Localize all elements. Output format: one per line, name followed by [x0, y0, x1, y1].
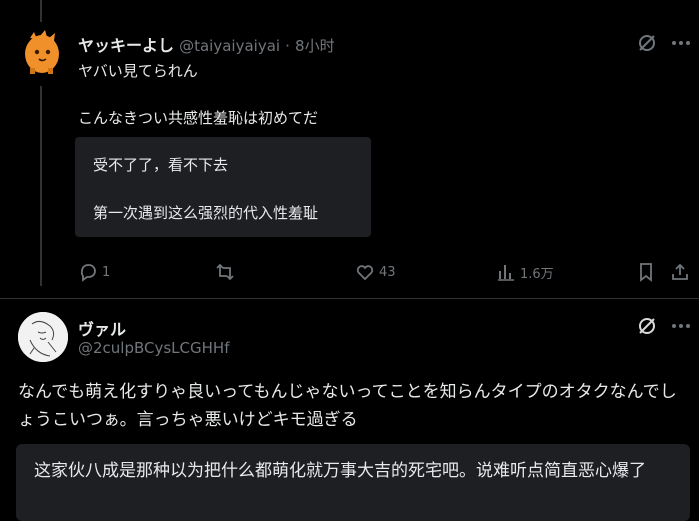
- avatar[interactable]: [18, 312, 68, 362]
- tweet-header: ヤッキーよし @taiyaiyaiyai · 8小时: [78, 32, 335, 56]
- share-icon: [672, 263, 688, 280]
- share-button[interactable]: [670, 262, 690, 282]
- tweet-text-line-1: ヤバい見てられん: [78, 62, 198, 80]
- timestamp[interactable]: 8小时: [295, 37, 335, 55]
- retweet-icon: [216, 263, 234, 281]
- tweet-text-line-2: こんなきつい共感性羞恥は初めてだ: [78, 109, 319, 127]
- reply-count: 1: [102, 264, 111, 280]
- tweet-divider: [0, 298, 699, 299]
- grok-icon[interactable]: [636, 315, 658, 337]
- like-button[interactable]: 43: [355, 262, 396, 282]
- orange-mascot-avatar-image: [25, 30, 59, 74]
- display-name[interactable]: ヤッキーよし: [78, 36, 174, 55]
- views-button[interactable]: 1.6万: [496, 262, 554, 282]
- action-bar: 1 43 1.6万: [0, 262, 699, 284]
- thread-line: [40, 86, 42, 286]
- display-name[interactable]: ヴァル: [78, 316, 126, 340]
- translation-box: 这家伙八成是那种以为把什么都萌化就万事大吉的死宅吧。说难听点简直恶心爆了: [16, 444, 690, 521]
- view-count: 1.6万: [520, 266, 554, 282]
- more-icon[interactable]: [670, 32, 692, 54]
- like-icon: [356, 265, 374, 281]
- translation-box: 受不了了，看不下去 第一次遇到这么强烈的代入性羞耻: [75, 137, 371, 237]
- separator-dot: ·: [285, 37, 290, 55]
- handle[interactable]: @taiyaiyaiyai: [179, 37, 280, 55]
- bookmark-icon: [640, 263, 652, 282]
- views-icon: [498, 265, 514, 281]
- thread-line-top: [40, 0, 42, 22]
- sketch-avatar-image: [18, 312, 68, 362]
- bookmark-button[interactable]: [636, 262, 656, 282]
- grok-icon[interactable]: [636, 32, 658, 54]
- reply-button[interactable]: 1: [78, 262, 110, 282]
- reply-icon: [80, 264, 96, 282]
- avatar[interactable]: [18, 28, 66, 76]
- handle[interactable]: @2culpBCysLCGHHf: [78, 339, 229, 357]
- retweet-button[interactable]: [215, 262, 239, 282]
- translation-text: 这家伙八成是那种以为把什么都萌化就万事大吉的死宅吧。说难听点简直恶心爆了: [34, 461, 646, 481]
- translation-line-1: 受不了了，看不下去: [93, 156, 229, 174]
- more-icon[interactable]: [670, 315, 692, 337]
- like-count: 43: [379, 264, 396, 280]
- translation-line-2: 第一次遇到这么强烈的代入性羞耻: [93, 204, 319, 222]
- tweet-text: なんでも萌え化すりゃ良いってもんじゃないってことを知らんタイプのオタクなんでしょ…: [18, 382, 677, 430]
